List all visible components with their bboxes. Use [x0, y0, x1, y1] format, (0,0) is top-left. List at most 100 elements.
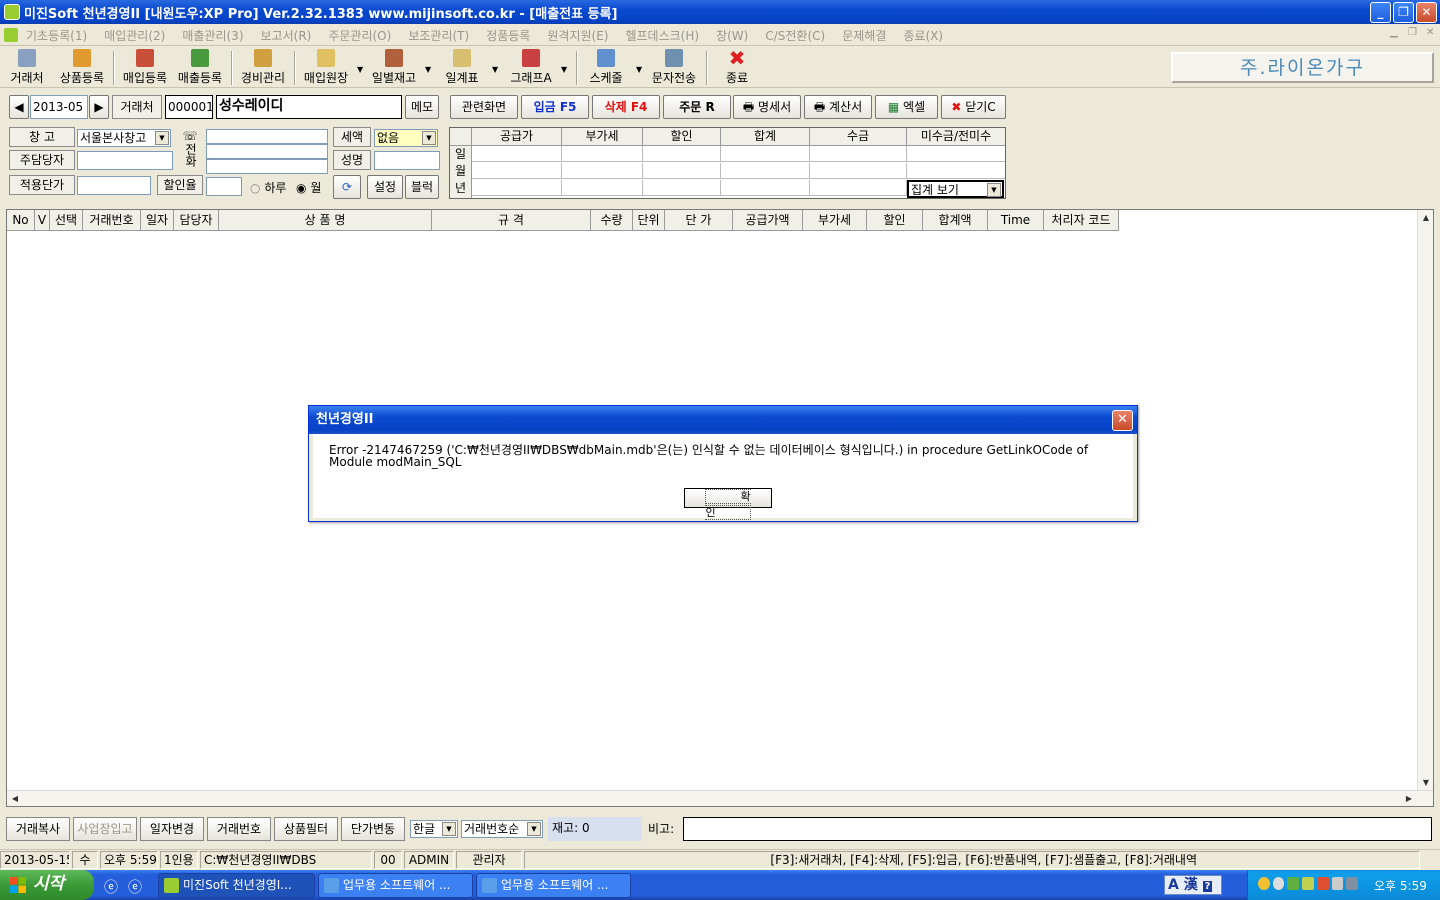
expense-button[interactable]: 경비관리: [237, 49, 289, 87]
menu-item[interactable]: 기초등록(1): [26, 27, 87, 44]
customer-button[interactable]: 거래처: [6, 49, 48, 87]
daily-report-button[interactable]: 일계표: [440, 49, 484, 87]
phone-field-3[interactable]: [206, 159, 328, 174]
daily-stock-button[interactable]: 일별재고: [368, 49, 420, 87]
product-filter-button[interactable]: 상품필터: [274, 817, 338, 841]
purchase-ledger-dropdown-icon[interactable]: ▼: [357, 65, 363, 74]
grid-header[interactable]: 처리자 코드: [1044, 210, 1119, 231]
sort-select[interactable]: 거래번호순 ▼: [461, 820, 543, 838]
purchase-ledger-button[interactable]: 매입원장: [300, 49, 352, 87]
language-select[interactable]: 한글 ▼: [410, 820, 458, 838]
menu-item[interactable]: 매출관리(3): [182, 27, 243, 44]
grid-header[interactable]: 단위: [633, 210, 665, 231]
summary-view-select[interactable]: 집계 보기 ▼: [907, 180, 1004, 198]
block-button[interactable]: 블럭: [405, 175, 439, 199]
start-button[interactable]: 시작: [0, 870, 94, 900]
tray-antivirus-icon[interactable]: [1316, 877, 1329, 890]
tray-security-icon[interactable]: [1287, 877, 1300, 890]
settings-button[interactable]: 설정: [367, 175, 403, 199]
grid-header[interactable]: 공급가액: [733, 210, 803, 231]
memo-button[interactable]: 메모: [405, 95, 439, 119]
menu-item[interactable]: 정품등록: [486, 27, 530, 44]
menu-item[interactable]: C/S전환(C): [765, 27, 825, 44]
grid-header[interactable]: 담당자: [174, 210, 219, 231]
product-register-button[interactable]: 상품등록: [56, 49, 108, 87]
quicklaunch-browser-icon[interactable]: ⓔ: [128, 877, 142, 897]
prev-month-button[interactable]: ◀: [9, 95, 29, 119]
order-button[interactable]: 주문 R: [663, 95, 731, 119]
exit-button[interactable]: ✖ 종료: [718, 48, 756, 87]
grid-header[interactable]: V: [35, 210, 50, 231]
mdi-minimize-icon[interactable]: ▁: [1390, 27, 1398, 38]
menu-item[interactable]: 보고서(R): [261, 27, 312, 44]
dialog-close-icon[interactable]: ✕: [1112, 410, 1133, 431]
scroll-right-icon[interactable]: ▶: [1401, 791, 1417, 807]
mdi-restore-icon[interactable]: ❐: [1408, 27, 1417, 38]
task-browser[interactable]: 업무용 소프트웨어 ...: [476, 873, 631, 898]
restore-button[interactable]: ❐: [1393, 2, 1414, 23]
daily-report-dropdown-icon[interactable]: ▼: [492, 65, 498, 74]
dialog-title[interactable]: 천년경영II: [309, 406, 1137, 434]
phone-field-1[interactable]: [206, 129, 328, 144]
menu-item[interactable]: 문제해결: [842, 27, 886, 44]
customer-name-field[interactable]: 성수레이디: [216, 95, 402, 119]
menu-item[interactable]: 주문관리(O): [328, 27, 391, 44]
quicklaunch-ie-icon[interactable]: ⓔ: [104, 877, 118, 897]
task-app[interactable]: 미진Soft 천년경영I...: [158, 873, 315, 898]
invoice-button[interactable]: 🖶 계산서: [804, 95, 872, 119]
grid-header[interactable]: 수량: [591, 210, 633, 231]
grid-header[interactable]: Time: [988, 210, 1044, 231]
discount-field[interactable]: [206, 177, 242, 196]
trade-number-button[interactable]: 거래번호: [207, 817, 271, 841]
menu-item[interactable]: 보조관리(T): [408, 27, 469, 44]
manager-field[interactable]: [77, 151, 173, 170]
tray-messenger-icon[interactable]: [1258, 877, 1270, 890]
purchase-register-button[interactable]: 매입등록: [119, 49, 171, 87]
graph-button[interactable]: 그래프A: [506, 49, 556, 87]
scroll-down-icon[interactable]: ▼: [1418, 775, 1434, 791]
grid-header[interactable]: 할인: [867, 210, 923, 231]
menu-item[interactable]: 헬프데스크(H): [625, 27, 699, 44]
deposit-button[interactable]: 입금 F5: [521, 95, 589, 119]
schedule-button[interactable]: 스케줄: [584, 49, 628, 87]
ime-indicator[interactable]: A 漢 ?: [1164, 875, 1222, 895]
window-titlebar[interactable]: 미진Soft 천년경영II [내원도우:XP Pro] Ver.2.32.138…: [0, 0, 1440, 24]
remark-field[interactable]: [683, 817, 1432, 841]
warehouse-select[interactable]: 서울본사창고 ▼: [77, 129, 171, 147]
grid-header[interactable]: 부가세: [803, 210, 867, 231]
site-stock-button[interactable]: 사업장입고: [73, 817, 137, 841]
grid-header[interactable]: 거래번호: [83, 210, 141, 231]
phone-field-2[interactable]: [206, 144, 328, 159]
tray-network-icon[interactable]: [1302, 877, 1314, 890]
volume-icon[interactable]: [1331, 877, 1344, 890]
close-window-button[interactable]: ✕: [1416, 2, 1437, 23]
grid-header[interactable]: No: [7, 210, 35, 231]
customer-code-field[interactable]: 000001: [165, 95, 213, 119]
minimize-button[interactable]: _: [1370, 2, 1391, 23]
schedule-dropdown-icon[interactable]: ▼: [636, 65, 642, 74]
menu-item[interactable]: 창(W): [716, 27, 748, 44]
menu-item[interactable]: 원격지원(E): [547, 27, 608, 44]
date-change-button[interactable]: 일자변경: [140, 817, 204, 841]
sms-button[interactable]: 문자전송: [648, 49, 700, 87]
statement-button[interactable]: 🖶 명세서: [733, 95, 801, 119]
grid-header[interactable]: 단 가: [665, 210, 733, 231]
close-button[interactable]: ✖ 닫기C: [941, 95, 1006, 119]
menu-item[interactable]: 종료(X): [903, 27, 943, 44]
excel-button[interactable]: ▦ 엑셀: [875, 95, 938, 119]
period-monthly-radio[interactable]: ◉ 월: [296, 179, 321, 196]
dialog-ok-button[interactable]: 확인: [684, 488, 772, 520]
period-daily-radio[interactable]: ○ 하루: [250, 179, 286, 196]
grid-header[interactable]: 일자: [141, 210, 174, 231]
grid-header[interactable]: 선택: [50, 210, 83, 231]
tray-sync-icon[interactable]: [1272, 877, 1285, 890]
scroll-up-icon[interactable]: ▲: [1418, 210, 1434, 226]
scroll-left-icon[interactable]: ◀: [7, 791, 23, 807]
daily-stock-dropdown-icon[interactable]: ▼: [425, 65, 431, 74]
month-field[interactable]: 2013-05: [30, 95, 88, 119]
price-change-button[interactable]: 단가변동: [341, 817, 405, 841]
grid-header[interactable]: 상 품 명: [219, 210, 432, 231]
sales-register-button[interactable]: 매출등록: [174, 49, 226, 87]
grid-header[interactable]: 합계액: [923, 210, 988, 231]
graph-dropdown-icon[interactable]: ▼: [561, 65, 567, 74]
